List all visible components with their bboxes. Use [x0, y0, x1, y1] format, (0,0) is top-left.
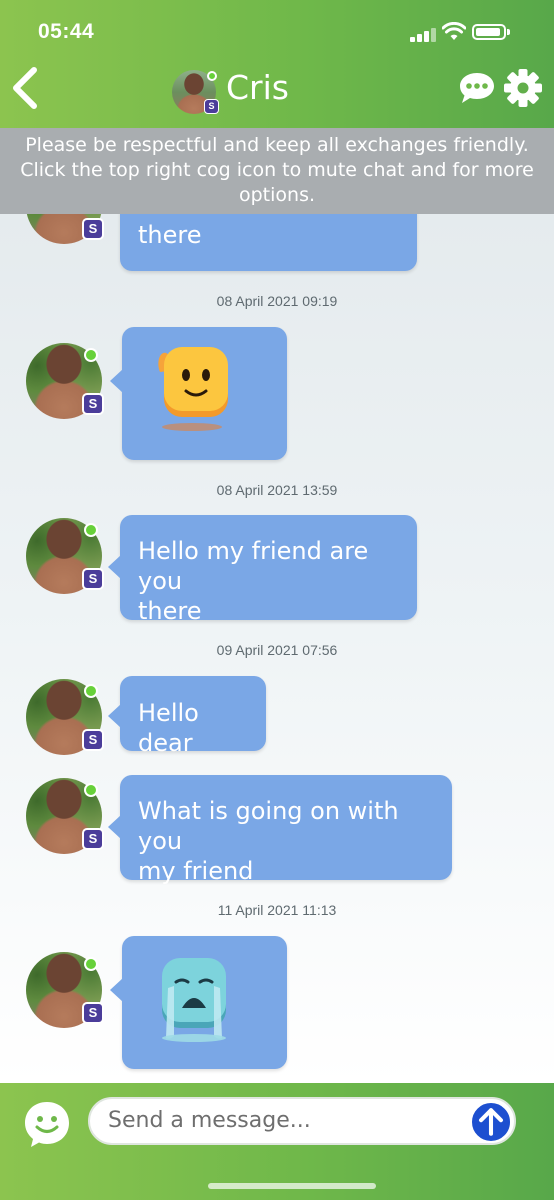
- subscriber-badge: S: [82, 729, 104, 751]
- chat-bubble-icon[interactable]: [458, 70, 496, 106]
- home-indicator: [208, 1183, 376, 1189]
- cellular-signal-icon: [410, 26, 440, 42]
- subscriber-badge: S: [204, 99, 219, 114]
- message-composer: Send a message...: [0, 1083, 554, 1200]
- message-bubble[interactable]: [110, 936, 287, 1069]
- status-icons: [410, 22, 530, 44]
- message-timestamp: 09 April 2021 07:56: [216, 642, 338, 658]
- emoji-picker-icon[interactable]: [22, 1099, 72, 1149]
- message-text: Hello my friend are you: [138, 537, 369, 595]
- notice-line: options.: [238, 184, 316, 206]
- online-indicator: [84, 783, 98, 797]
- message-text: there: [138, 597, 202, 625]
- message-timestamp: 08 April 2021 13:59: [216, 482, 338, 498]
- contact-name[interactable]: Cris: [226, 68, 289, 107]
- notice-line: Please be respectful and keep all exchan…: [25, 134, 529, 156]
- sender-avatar[interactable]: S: [26, 952, 104, 1028]
- message-timestamp: 11 April 2021 11:13: [217, 902, 337, 918]
- notice-line: Click the top right cog icon to mute cha…: [20, 159, 534, 181]
- chat-message-list[interactable]: S there 08 April 2021 09:19 S 08 April 2…: [0, 128, 554, 1083]
- status-time: 05:44: [38, 20, 95, 43]
- crying-emoji-icon: [162, 958, 226, 1042]
- message-timestamp: 08 April 2021 09:19: [216, 293, 338, 309]
- online-indicator: [84, 957, 98, 971]
- message-bubble[interactable]: Hello my friend are you there: [108, 515, 417, 625]
- sender-avatar[interactable]: S: [26, 778, 104, 854]
- back-button[interactable]: [8, 62, 44, 112]
- message-text: my friend: [138, 857, 254, 885]
- online-indicator: [84, 348, 98, 362]
- waving-emoji-icon: [158, 347, 228, 431]
- wifi-icon: [442, 22, 466, 40]
- sender-avatar[interactable]: S: [26, 343, 104, 419]
- message-text: there: [138, 221, 202, 249]
- subscriber-badge: S: [82, 568, 104, 590]
- online-indicator: [84, 684, 98, 698]
- online-indicator: [84, 523, 98, 537]
- chat-header: 05:44 S Cris: [0, 0, 554, 128]
- subscriber-badge: S: [82, 393, 104, 415]
- message-bubble[interactable]: [110, 327, 287, 460]
- message-bubble[interactable]: What is going on with you my friend: [108, 775, 452, 885]
- subscriber-badge: S: [82, 1002, 104, 1024]
- contact-avatar[interactable]: S: [172, 70, 219, 114]
- sender-avatar[interactable]: S: [26, 518, 104, 594]
- subscriber-badge: S: [82, 828, 104, 850]
- message-text: Hello dear: [138, 699, 199, 757]
- respect-notice-banner: Please be respectful and keep all exchan…: [0, 126, 554, 214]
- send-button[interactable]: [470, 1101, 512, 1143]
- message-input[interactable]: Send a message...: [88, 1097, 516, 1145]
- message-text: What is going on with you: [138, 797, 399, 855]
- message-bubble[interactable]: Hello dear: [108, 676, 266, 757]
- gear-icon[interactable]: [503, 68, 543, 108]
- subscriber-badge: S: [82, 218, 104, 240]
- sender-avatar[interactable]: S: [26, 679, 104, 755]
- battery-icon: [472, 24, 510, 40]
